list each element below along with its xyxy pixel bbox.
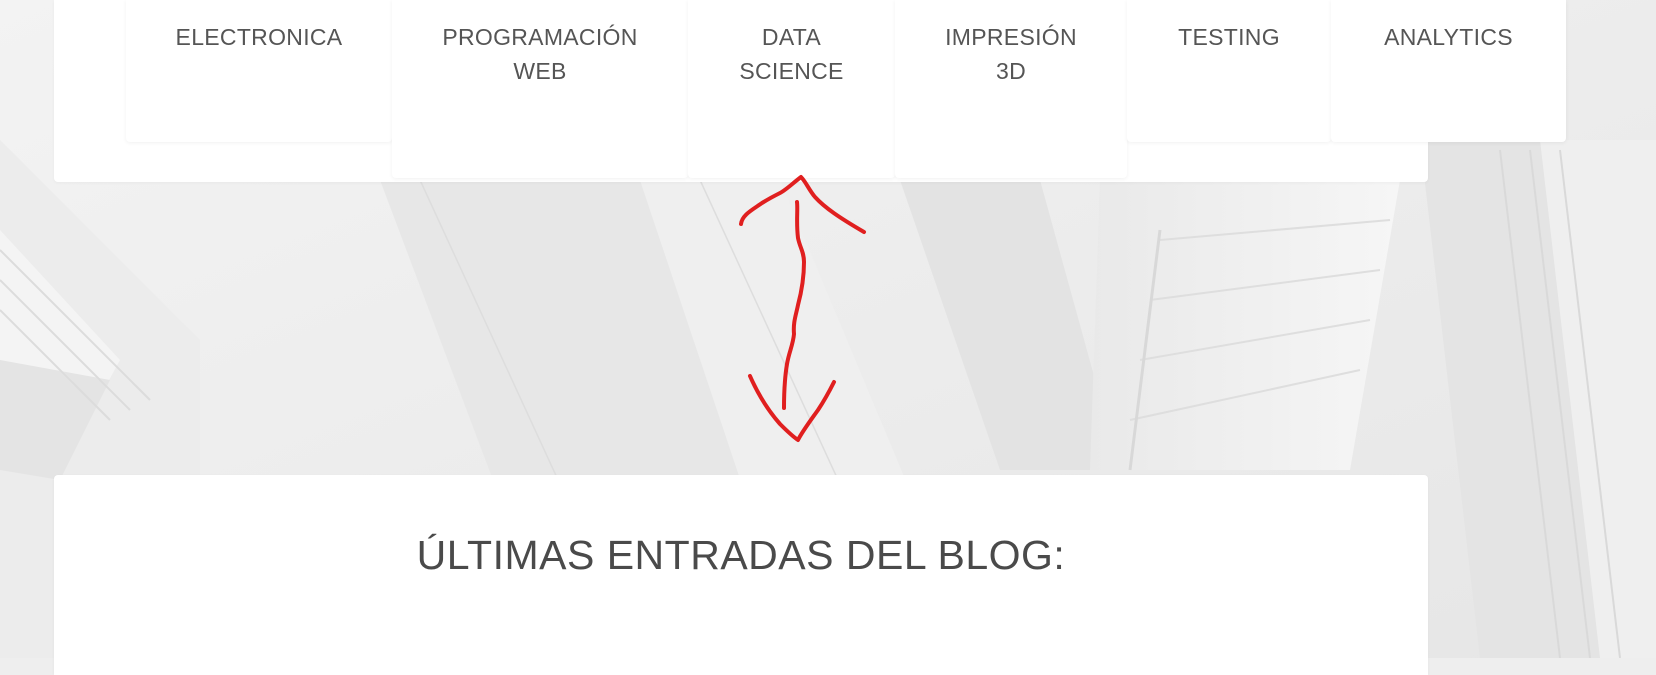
category-label: DATA SCIENCE bbox=[739, 24, 844, 84]
category-card-data-science[interactable]: DATA SCIENCE bbox=[688, 0, 895, 178]
category-card-impresion-3d[interactable]: IMPRESIÓN 3D bbox=[895, 0, 1127, 178]
category-label: ANALYTICS bbox=[1384, 24, 1513, 50]
category-label: ELECTRONICA bbox=[175, 24, 343, 50]
category-label: IMPRESIÓN 3D bbox=[945, 24, 1077, 84]
category-label: PROGRAMACIÓN WEB bbox=[442, 24, 638, 84]
category-card-analytics[interactable]: ANALYTICS bbox=[1331, 0, 1566, 142]
blog-section-heading: ÚLTIMAS ENTRADAS DEL BLOG: bbox=[416, 532, 1066, 578]
category-label: TESTING bbox=[1178, 24, 1280, 50]
category-card-electronica[interactable]: ELECTRONICA bbox=[126, 0, 392, 142]
category-card-programacion-web[interactable]: PROGRAMACIÓN WEB bbox=[392, 0, 688, 178]
category-card-testing[interactable]: TESTING bbox=[1127, 0, 1331, 142]
